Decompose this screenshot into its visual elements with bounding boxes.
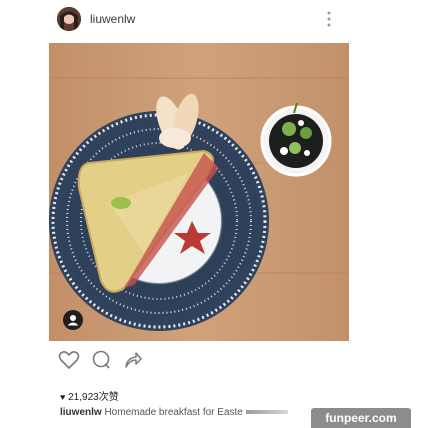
watermark: funpeer.com xyxy=(311,408,411,428)
heart-outline-icon[interactable] xyxy=(58,350,80,375)
post-caption: liuwenlw Homemade breakfast for Easte xyxy=(60,407,288,418)
caption-fade xyxy=(245,410,288,415)
caption-username[interactable]: liuwenlw xyxy=(60,407,102,418)
more-options-icon[interactable] xyxy=(322,9,336,29)
like-count-text: 21,923次赞 xyxy=(68,392,119,403)
breakfast-photo xyxy=(49,43,349,341)
caption-text: Homemade breakfast for Easte xyxy=(104,407,243,418)
comment-bubble-icon[interactable] xyxy=(91,350,111,375)
like-count[interactable]: ♥ 21,923次赞 xyxy=(60,388,119,403)
post-actions xyxy=(58,350,158,372)
user-tag-icon[interactable] xyxy=(63,310,83,330)
post-header: liuwenlw xyxy=(0,0,431,38)
heart-filled-icon: ♥ xyxy=(60,392,66,402)
share-arrow-icon[interactable] xyxy=(123,350,143,375)
post-photo[interactable] xyxy=(49,43,349,341)
username[interactable]: liuwenlw xyxy=(90,12,135,26)
avatar-image xyxy=(57,7,81,31)
avatar[interactable] xyxy=(57,7,81,31)
